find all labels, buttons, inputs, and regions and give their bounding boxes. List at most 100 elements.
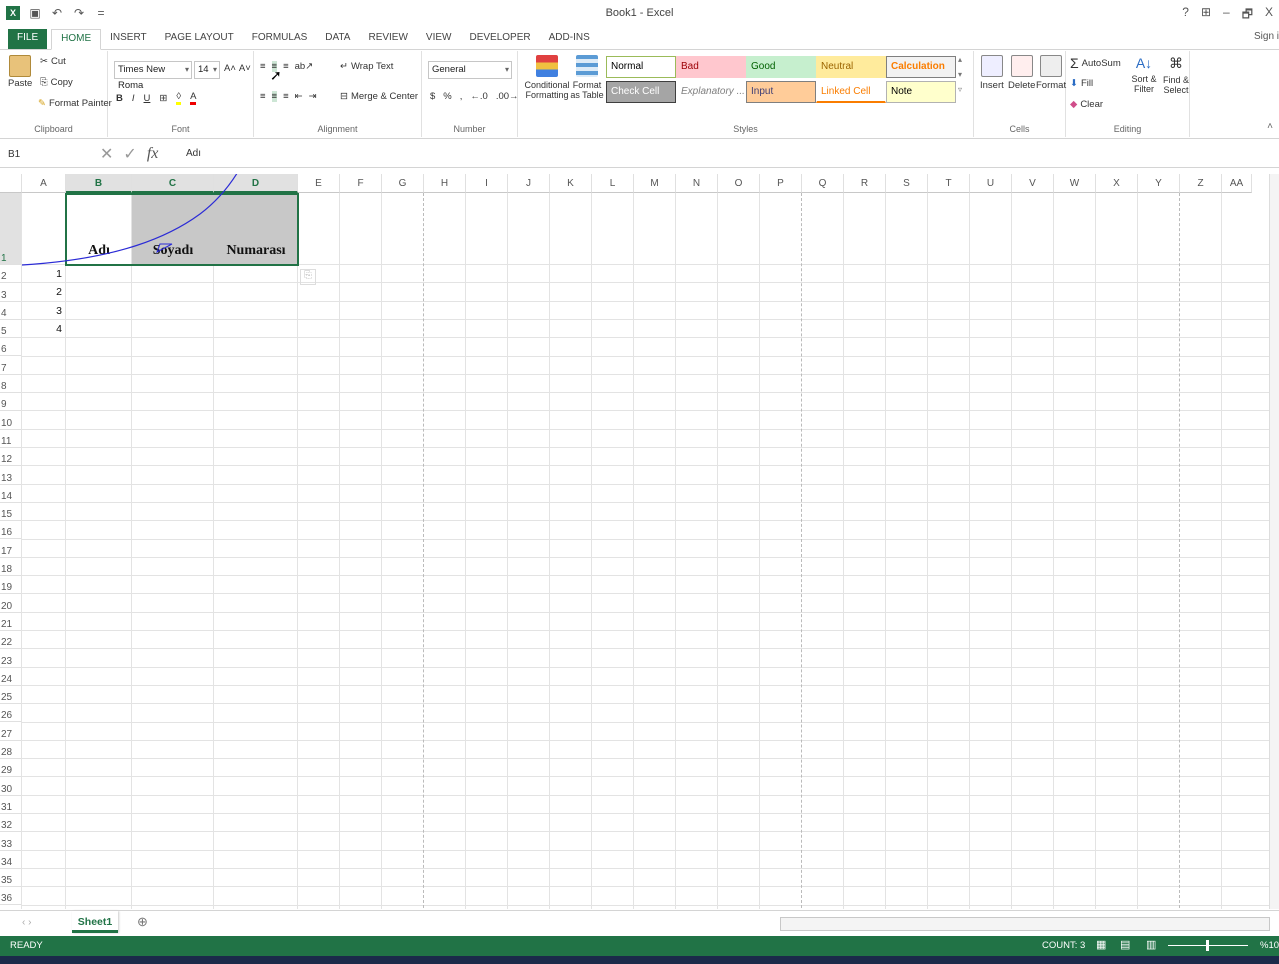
tab-review[interactable]: REVIEW <box>359 29 416 49</box>
format-button[interactable]: Format <box>1036 55 1066 91</box>
cell-b1[interactable]: Adı <box>66 243 132 259</box>
sort-filter-button[interactable]: A↓ Sort & Filter <box>1130 55 1158 94</box>
row-header[interactable]: 23 <box>0 649 22 668</box>
row-header[interactable]: 24 <box>0 667 22 686</box>
zoom-thumb[interactable] <box>1206 940 1209 951</box>
column-header[interactable]: H <box>424 174 466 193</box>
restore-icon[interactable]: 🗗 <box>1242 5 1253 26</box>
row-header[interactable]: 26 <box>0 704 22 723</box>
row-header[interactable]: 3 <box>0 283 22 302</box>
copy-button[interactable]: ⎘ Copy <box>40 77 73 88</box>
column-header[interactable]: AA <box>1222 174 1252 193</box>
cell-style-input[interactable]: Input <box>746 81 816 103</box>
name-box[interactable]: B1 <box>8 146 88 164</box>
row-header[interactable]: 14 <box>0 484 22 503</box>
cancel-icon[interactable]: ✕ <box>100 144 113 164</box>
fill-button[interactable]: ⬇ Fill <box>1070 78 1093 89</box>
row-header[interactable]: 16 <box>0 521 22 540</box>
vertical-scrollbar[interactable] <box>1269 174 1279 909</box>
select-all-corner[interactable] <box>0 174 22 193</box>
column-header[interactable]: G <box>382 174 424 193</box>
row-header[interactable]: 15 <box>0 502 22 522</box>
right-align-icon[interactable]: ≡ <box>283 91 289 102</box>
paste-button[interactable]: Paste <box>8 55 32 89</box>
column-header[interactable]: W <box>1054 174 1096 193</box>
row-header[interactable]: 4 <box>0 301 22 320</box>
column-header[interactable]: T <box>928 174 970 193</box>
cell-style-linked-cell[interactable]: Linked Cell <box>816 81 886 103</box>
page-break-view-icon[interactable]: ▥ <box>1146 938 1156 951</box>
tab-home[interactable]: HOME <box>51 29 102 50</box>
row-header[interactable]: 8 <box>0 374 22 394</box>
row-header[interactable]: 9 <box>0 393 22 412</box>
column-header[interactable]: U <box>970 174 1012 193</box>
row-header[interactable]: 35 <box>0 868 22 888</box>
row-header[interactable]: 31 <box>0 795 22 814</box>
tab-data[interactable]: DATA <box>316 29 359 49</box>
fill-color-icon[interactable]: ◊ <box>176 91 182 105</box>
tab-page-layout[interactable]: PAGE LAYOUT <box>156 29 243 49</box>
cell-style-check-cell[interactable]: Check Cell <box>606 81 676 103</box>
column-header[interactable]: S <box>886 174 928 193</box>
row-header[interactable]: 32 <box>0 814 22 833</box>
row-header[interactable]: 30 <box>0 777 22 796</box>
decrease-decimal-icon[interactable]: .00→ <box>496 91 519 102</box>
font-name-select[interactable]: Times New Roma <box>114 61 192 91</box>
sign-in-link[interactable]: Sign i <box>1254 31 1279 42</box>
underline-button[interactable]: U <box>144 93 151 104</box>
number-format-select[interactable]: General <box>428 61 512 79</box>
cell-style-note[interactable]: Note <box>886 81 956 103</box>
row-header[interactable]: 6 <box>0 338 22 357</box>
wrap-text-button[interactable]: ↵ Wrap Text <box>340 61 393 72</box>
sheet-nav-icon[interactable]: ‹ › <box>22 917 31 928</box>
column-header[interactable]: I <box>466 174 508 193</box>
increase-indent-icon[interactable]: ⇥ <box>309 91 317 102</box>
minimize-icon[interactable]: – <box>1223 5 1230 26</box>
add-sheet-icon[interactable]: ⊕ <box>137 914 148 930</box>
enter-icon[interactable]: ✓ <box>123 144 136 164</box>
cell-style-calculation[interactable]: Calculation <box>886 56 956 78</box>
worksheet-grid[interactable]: A B C D E F G H I J K L M N O P Q R S T U V W X Y Z AA 1 2 3 4 5 6 7 8 9 10 1… <box>0 174 1279 909</box>
column-header[interactable]: O <box>718 174 760 193</box>
delete-button[interactable]: Delete <box>1008 55 1035 91</box>
help-icon[interactable]: ? <box>1182 5 1189 26</box>
merge-center-button[interactable]: ⊟ Merge & Center <box>340 91 418 102</box>
column-header[interactable]: V <box>1012 174 1054 193</box>
column-header[interactable]: Z <box>1180 174 1222 193</box>
sheet-tab-sheet1[interactable]: Sheet1 <box>72 911 118 933</box>
format-painter-button[interactable]: ✎ Format Painter <box>38 98 112 109</box>
percent-button[interactable]: % <box>443 91 451 102</box>
collapse-ribbon-icon[interactable]: ˄ <box>1267 121 1273 132</box>
formula-input[interactable]: Adı <box>186 148 201 159</box>
column-header[interactable]: C <box>132 174 214 193</box>
increase-decimal-icon[interactable]: ←.0 <box>470 91 487 102</box>
page-layout-view-icon[interactable]: ▤ <box>1120 938 1130 951</box>
clear-button[interactable]: ◆ Clear <box>1070 99 1103 110</box>
tab-view[interactable]: VIEW <box>417 29 461 49</box>
column-header[interactable]: B <box>66 174 132 193</box>
column-header[interactable]: Y <box>1138 174 1180 193</box>
row-header[interactable]: 1 <box>0 193 22 265</box>
row-header[interactable]: 20 <box>0 594 22 613</box>
tab-insert[interactable]: INSERT <box>101 29 156 49</box>
row-header[interactable]: 36 <box>0 887 22 906</box>
column-header[interactable]: E <box>298 174 340 193</box>
cell-d1[interactable]: Numarası <box>214 243 298 259</box>
cell-style-normal[interactable]: Normal <box>606 56 676 78</box>
row-header[interactable]: 29 <box>0 759 22 778</box>
row-header[interactable]: 21 <box>0 612 22 631</box>
row-header[interactable]: 7 <box>0 356 22 375</box>
horizontal-scrollbar[interactable] <box>780 917 1270 931</box>
cell-style-neutral[interactable]: Neutral <box>816 56 886 78</box>
row-header[interactable]: 19 <box>0 576 22 595</box>
row-header[interactable]: 27 <box>0 722 22 741</box>
cell-style-good[interactable]: Good <box>746 56 816 78</box>
tab-file[interactable]: FILE <box>8 29 48 49</box>
column-header[interactable]: X <box>1096 174 1138 193</box>
row-header[interactable]: 12 <box>0 448 22 467</box>
top-align-icon[interactable]: ≡ <box>260 61 266 72</box>
row-header[interactable]: 22 <box>0 631 22 650</box>
column-header[interactable]: K <box>550 174 592 193</box>
cell-c1[interactable]: Soyadı <box>132 243 214 259</box>
row-header[interactable]: 2 <box>0 265 22 284</box>
